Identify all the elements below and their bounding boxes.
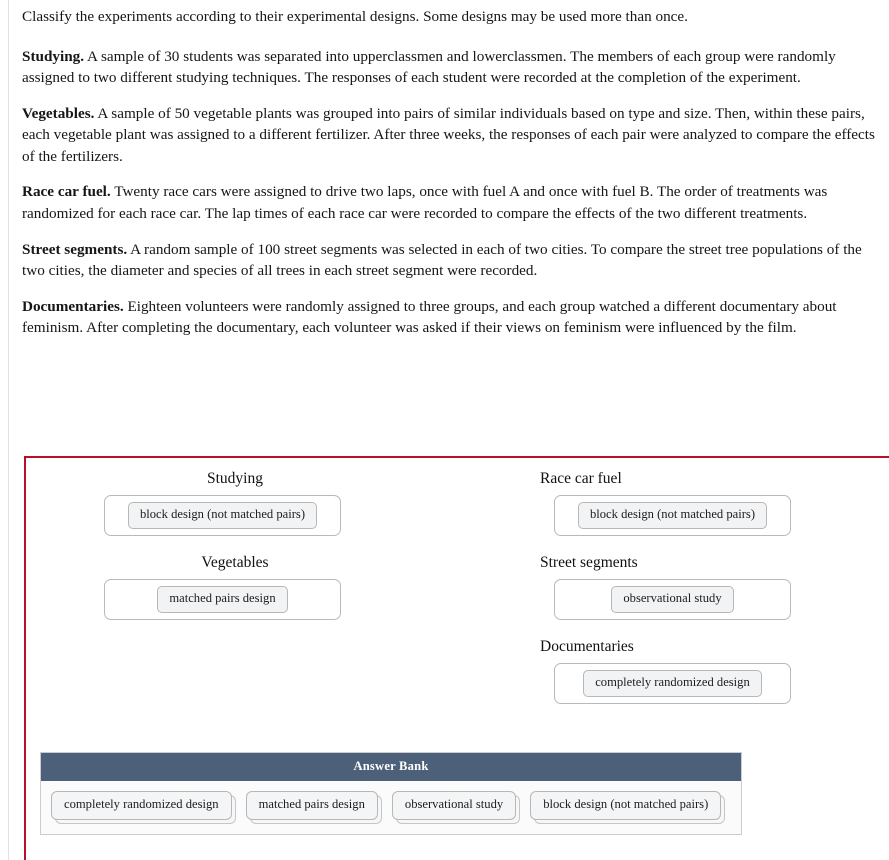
placed-tile-documentaries[interactable]: completely randomized design	[583, 670, 762, 697]
question-text-block: Classify the experiments according to th…	[0, 0, 889, 339]
experiment-body-studying: A sample of 30 students was separated in…	[22, 47, 836, 87]
answer-bank-tile-label[interactable]: matched pairs design	[245, 791, 378, 820]
slot-street-segments: Street segments observational study	[530, 542, 800, 621]
dropzone-vegetables[interactable]: matched pairs design	[104, 579, 341, 621]
answer-bank-tile-label[interactable]: completely randomized design	[51, 791, 232, 820]
experiment-paragraph-vegetables: Vegetables. A sample of 50 vegetable pla…	[22, 103, 879, 168]
slot-vegetables: Vegetables matched pairs design	[104, 542, 366, 621]
experiment-term-studying: Studying.	[22, 47, 85, 65]
experiment-body-street-segments: A random sample of 100 street segments w…	[22, 240, 862, 280]
answer-bank: Answer Bank completely randomized design…	[40, 752, 742, 835]
experiment-paragraph-street-segments: Street segments. A random sample of 100 …	[22, 239, 879, 282]
answer-bank-tile-observational-study[interactable]: observational study	[391, 791, 521, 824]
slot-race-car-fuel: Race car fuel block design (not matched …	[530, 458, 800, 537]
classification-exercise: Studying block design (not matched pairs…	[24, 456, 889, 860]
experiment-paragraph-studying: Studying. A sample of 30 students was se…	[22, 46, 879, 89]
answer-bank-tile-label[interactable]: observational study	[391, 791, 517, 820]
dropzone-grid: Studying block design (not matched pairs…	[26, 458, 889, 748]
dropzone-column-right: Race car fuel block design (not matched …	[530, 458, 800, 710]
placed-tile-studying[interactable]: block design (not matched pairs)	[127, 502, 318, 529]
slot-label-race-car-fuel: Race car fuel	[540, 470, 622, 487]
experiment-paragraph-documentaries: Documentaries. Eighteen volunteers were …	[22, 296, 879, 339]
experiment-term-street-segments: Street segments.	[22, 240, 128, 258]
slot-documentaries: Documentaries completely randomized desi…	[530, 626, 800, 705]
slot-label-vegetables: Vegetables	[201, 554, 269, 572]
placed-tile-vegetables[interactable]: matched pairs design	[157, 586, 288, 613]
experiment-term-vegetables: Vegetables.	[22, 104, 95, 122]
slot-label-documentaries: Documentaries	[540, 638, 634, 656]
slot-label-studying: Studying	[207, 470, 263, 487]
dropzone-street-segments[interactable]: observational study	[554, 579, 791, 621]
placed-tile-street-segments[interactable]: observational study	[611, 586, 734, 613]
experiment-body-vegetables: A sample of 50 vegetable plants was grou…	[22, 104, 875, 165]
answer-bank-tile-label[interactable]: block design (not matched pairs)	[530, 791, 722, 820]
experiment-paragraph-race-car-fuel: Race car fuel. Twenty race cars were ass…	[22, 181, 879, 224]
answer-bank-tile-block-design-not-matched-pairs[interactable]: block design (not matched pairs)	[530, 791, 726, 824]
dropzone-studying[interactable]: block design (not matched pairs)	[104, 495, 341, 537]
answer-bank-tile-matched-pairs-design[interactable]: matched pairs design	[245, 791, 383, 824]
experiment-term-documentaries: Documentaries.	[22, 297, 124, 315]
answer-bank-title: Answer Bank	[41, 753, 741, 781]
experiment-body-race-car-fuel: Twenty race cars were assigned to drive …	[22, 183, 828, 223]
slot-studying: Studying block design (not matched pairs…	[104, 458, 366, 537]
experiment-term-race-car-fuel: Race car fuel.	[22, 183, 111, 201]
page-root: Classify the experiments according to th…	[0, 0, 889, 860]
dropzone-race-car-fuel[interactable]: block design (not matched pairs)	[554, 495, 791, 537]
dropzone-column-left: Studying block design (not matched pairs…	[104, 458, 366, 626]
instruction-paragraph: Classify the experiments according to th…	[22, 8, 688, 25]
dropzone-documentaries[interactable]: completely randomized design	[554, 663, 791, 705]
answer-bank-tile-completely-randomized-design[interactable]: completely randomized design	[51, 791, 236, 824]
placed-tile-race-car-fuel[interactable]: block design (not matched pairs)	[577, 502, 768, 529]
answer-bank-tiles: completely randomized design matched pai…	[41, 781, 741, 834]
experiment-body-documentaries: Eighteen volunteers were randomly assign…	[22, 297, 837, 337]
slot-label-street-segments: Street segments	[540, 554, 638, 572]
